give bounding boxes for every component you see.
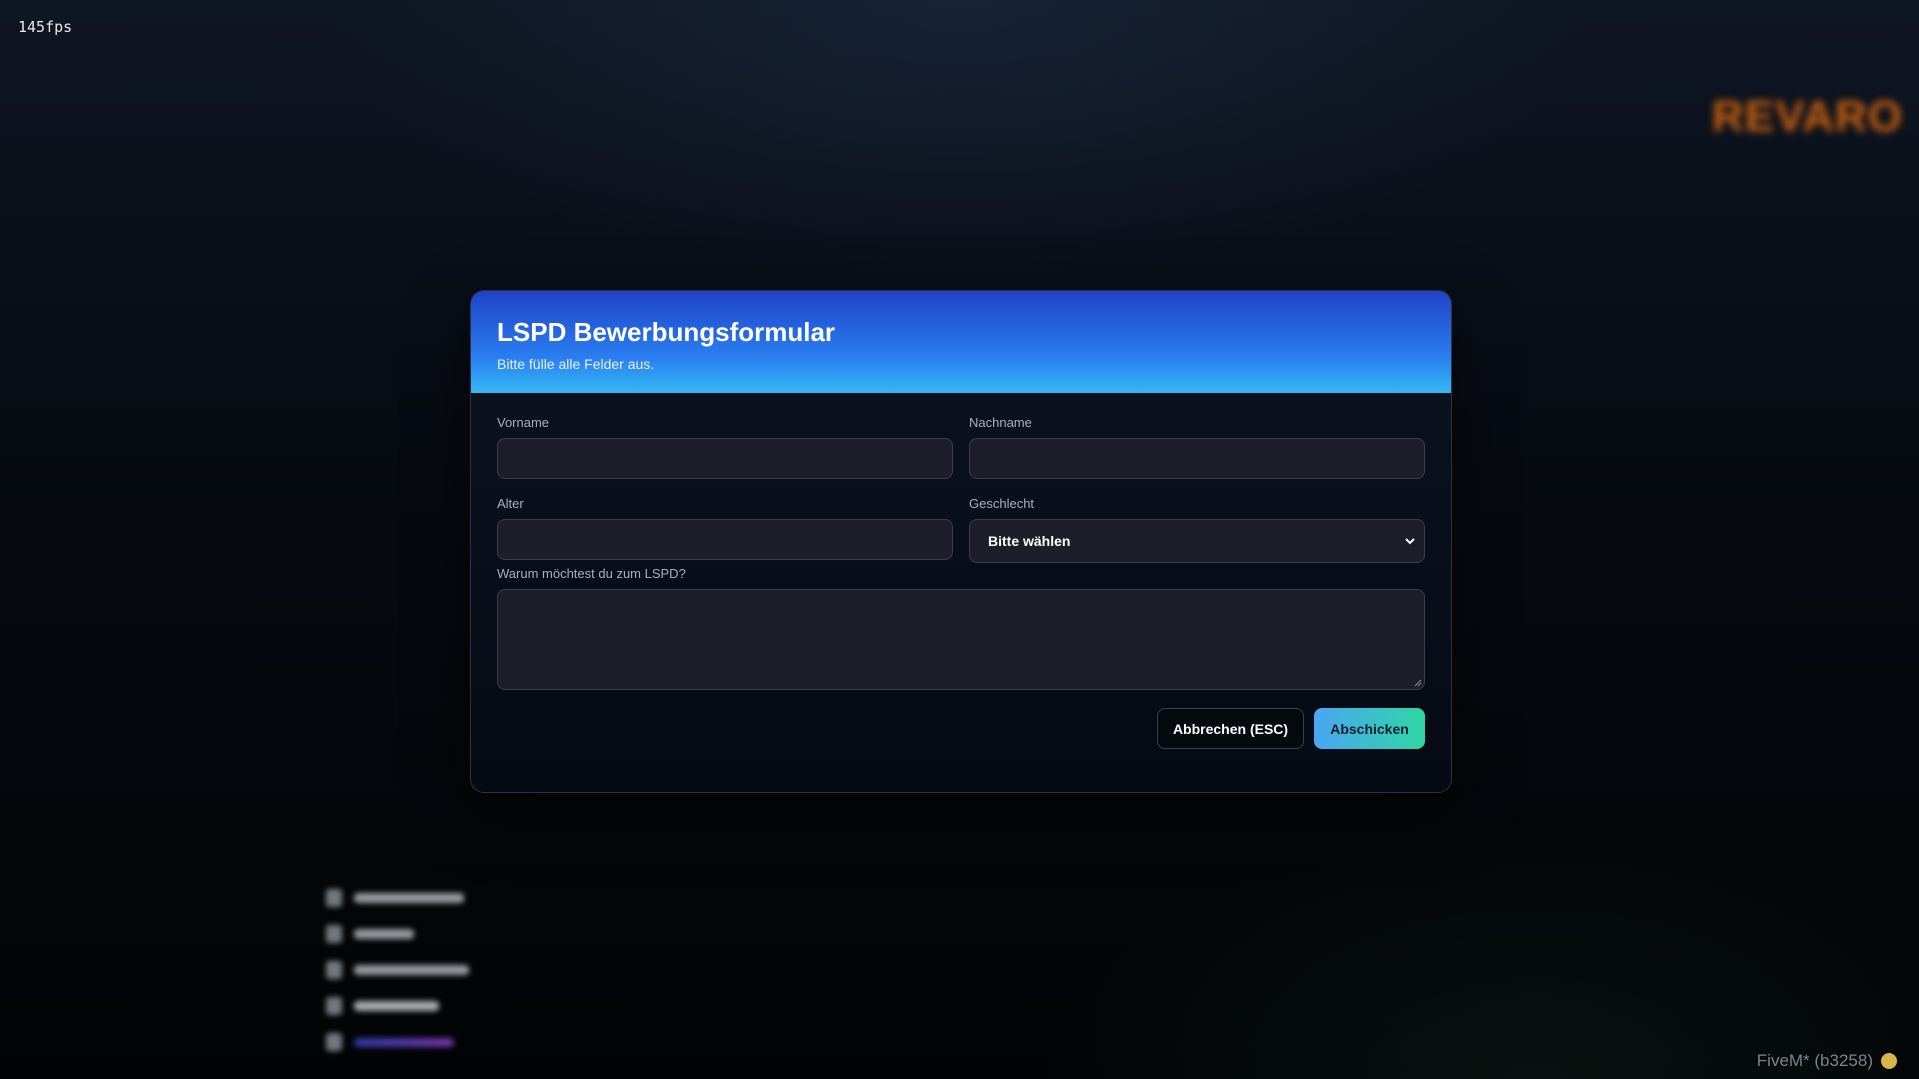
lock-icon: [326, 889, 342, 907]
hud-text: [354, 1001, 439, 1011]
geschlecht-select[interactable]: Bitte wählen: [969, 519, 1425, 563]
money-icon: [326, 925, 342, 943]
submit-button[interactable]: Abschicken: [1314, 708, 1425, 749]
server-logo: REVARO: [1712, 92, 1903, 141]
watermark-text: FiveM* (b3258): [1756, 1051, 1873, 1070]
nachname-group: Nachname: [969, 415, 1425, 479]
hud-row: [326, 952, 469, 988]
id-icon: [326, 997, 342, 1015]
geschlecht-label: Geschlecht: [969, 496, 1035, 511]
alter-group: Alter: [497, 496, 953, 563]
alter-input[interactable]: [497, 519, 953, 560]
geschlecht-selected-value: Bitte wählen: [988, 533, 1071, 549]
application-modal: LSPD Bewerbungsformular Bitte fülle alle…: [470, 290, 1452, 793]
fps-counter: 145fps: [18, 18, 73, 36]
resize-handle-icon[interactable]: [1412, 677, 1422, 687]
form-row: Vorname Nachname: [497, 415, 1425, 479]
modal-actions: Abbrechen (ESC) Abschicken: [497, 708, 1425, 749]
vorname-group: Vorname: [497, 415, 953, 479]
geschlecht-group: Geschlecht Bitte wählen: [969, 496, 1425, 563]
form-row: Alter Geschlecht Bitte wählen: [497, 496, 1425, 563]
vorname-label: Vorname: [497, 415, 550, 430]
player-hud: [326, 880, 469, 1060]
cancel-button[interactable]: Abbrechen (ESC): [1157, 708, 1304, 749]
nachname-label: Nachname: [969, 415, 1032, 430]
hud-row: [326, 880, 469, 916]
hud-text: [354, 893, 464, 903]
fivem-watermark: FiveM* (b3258): [1757, 1051, 1897, 1071]
hud-row: [326, 1024, 469, 1060]
chevron-down-icon: [1405, 538, 1415, 545]
nachname-input[interactable]: [969, 438, 1425, 479]
hud-row: [326, 916, 469, 952]
motivation-textarea[interactable]: [497, 589, 1425, 690]
fivem-logo-icon: [1881, 1053, 1897, 1069]
modal-body: Vorname Nachname Alter Geschlecht Bitte …: [471, 393, 1451, 749]
modal-title: LSPD Bewerbungsformular: [497, 317, 836, 347]
progress-bar: [354, 1037, 454, 1047]
clock-icon: [326, 961, 342, 979]
user-icon: [326, 1033, 342, 1051]
vorname-input[interactable]: [497, 438, 953, 479]
hud-row: [326, 988, 469, 1024]
motivation-label: Warum möchtest du zum LSPD?: [497, 566, 686, 581]
hud-text: [354, 929, 414, 939]
hud-text: [354, 965, 469, 975]
alter-label: Alter: [497, 496, 524, 511]
modal-subtitle: Bitte fülle alle Felder aus.: [497, 356, 655, 372]
motivation-group: Warum möchtest du zum LSPD?: [497, 566, 1425, 690]
modal-header: LSPD Bewerbungsformular Bitte fülle alle…: [471, 291, 1451, 393]
